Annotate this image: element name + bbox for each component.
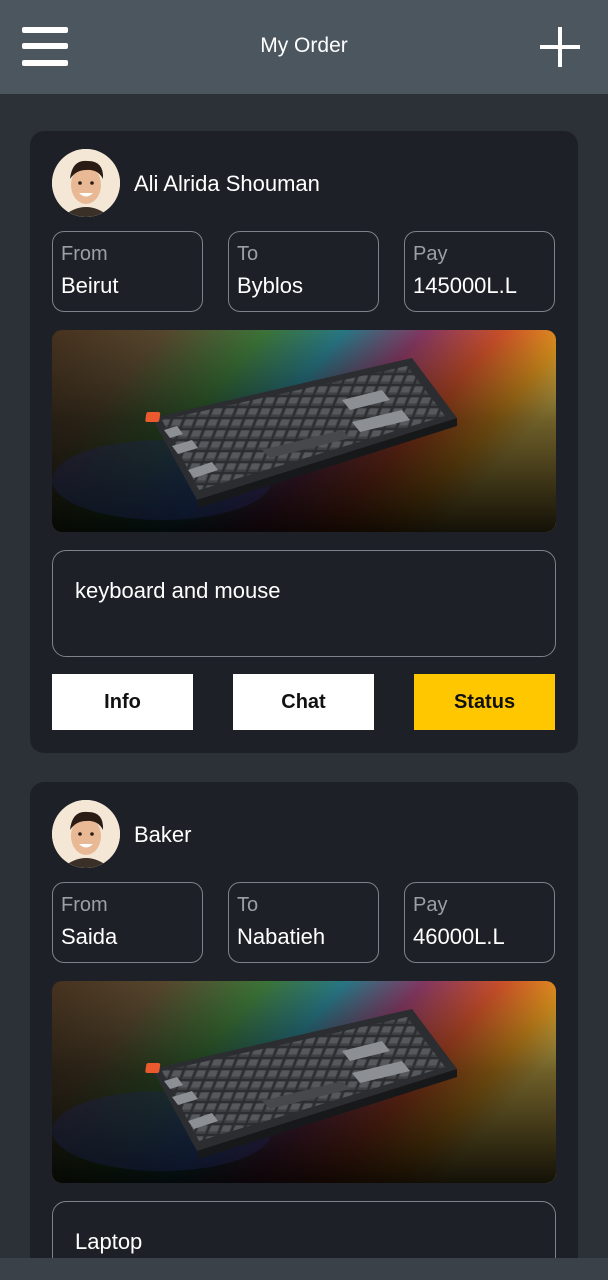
orders-list[interactable]: Ali Alrida Shouman From Beirut To Byblos… bbox=[0, 94, 608, 1258]
description-box: keyboard and mouse bbox=[52, 550, 556, 657]
to-value: Byblos bbox=[237, 273, 304, 298]
description-box: Laptop bbox=[52, 1201, 556, 1258]
from-label: From bbox=[61, 894, 108, 916]
from-value: Beirut bbox=[61, 273, 119, 298]
to-box: To Byblos bbox=[228, 231, 379, 312]
order-card: Ali Alrida Shouman From Beirut To Byblos… bbox=[30, 131, 578, 753]
from-value: Saida bbox=[61, 924, 118, 949]
pay-label: Pay bbox=[413, 894, 448, 916]
to-label: To bbox=[237, 243, 259, 265]
chat-button[interactable]: Chat bbox=[233, 674, 374, 730]
pay-box: Pay 145000L.L bbox=[404, 231, 555, 312]
pay-value: 46000L.L bbox=[413, 924, 505, 949]
avatar bbox=[52, 149, 120, 217]
status-button[interactable]: Status bbox=[414, 674, 555, 730]
to-box: To Nabatieh bbox=[228, 882, 379, 963]
order-description: Laptop bbox=[75, 1229, 143, 1254]
to-label: To bbox=[237, 894, 259, 916]
pay-box: Pay 46000L.L bbox=[404, 882, 555, 963]
order-description: keyboard and mouse bbox=[75, 578, 281, 603]
order-card: Baker From Saida To Nabatieh Pay 46000L.… bbox=[30, 782, 578, 1258]
page-title: My Order bbox=[260, 34, 348, 57]
pay-value: 145000L.L bbox=[413, 273, 517, 298]
from-box: From Beirut bbox=[52, 231, 203, 312]
customer-name: Ali Alrida Shouman bbox=[134, 171, 320, 196]
from-label: From bbox=[61, 243, 108, 265]
plus-icon[interactable] bbox=[540, 27, 580, 67]
bottom-edge bbox=[0, 1258, 608, 1280]
avatar bbox=[52, 800, 120, 868]
pay-label: Pay bbox=[413, 243, 448, 265]
info-button[interactable]: Info bbox=[52, 674, 193, 730]
from-box: From Saida bbox=[52, 882, 203, 963]
to-value: Nabatieh bbox=[237, 924, 326, 949]
product-image bbox=[52, 330, 556, 532]
customer-name: Baker bbox=[134, 822, 192, 847]
app-bar: My Order bbox=[0, 0, 608, 94]
product-image bbox=[52, 981, 556, 1183]
